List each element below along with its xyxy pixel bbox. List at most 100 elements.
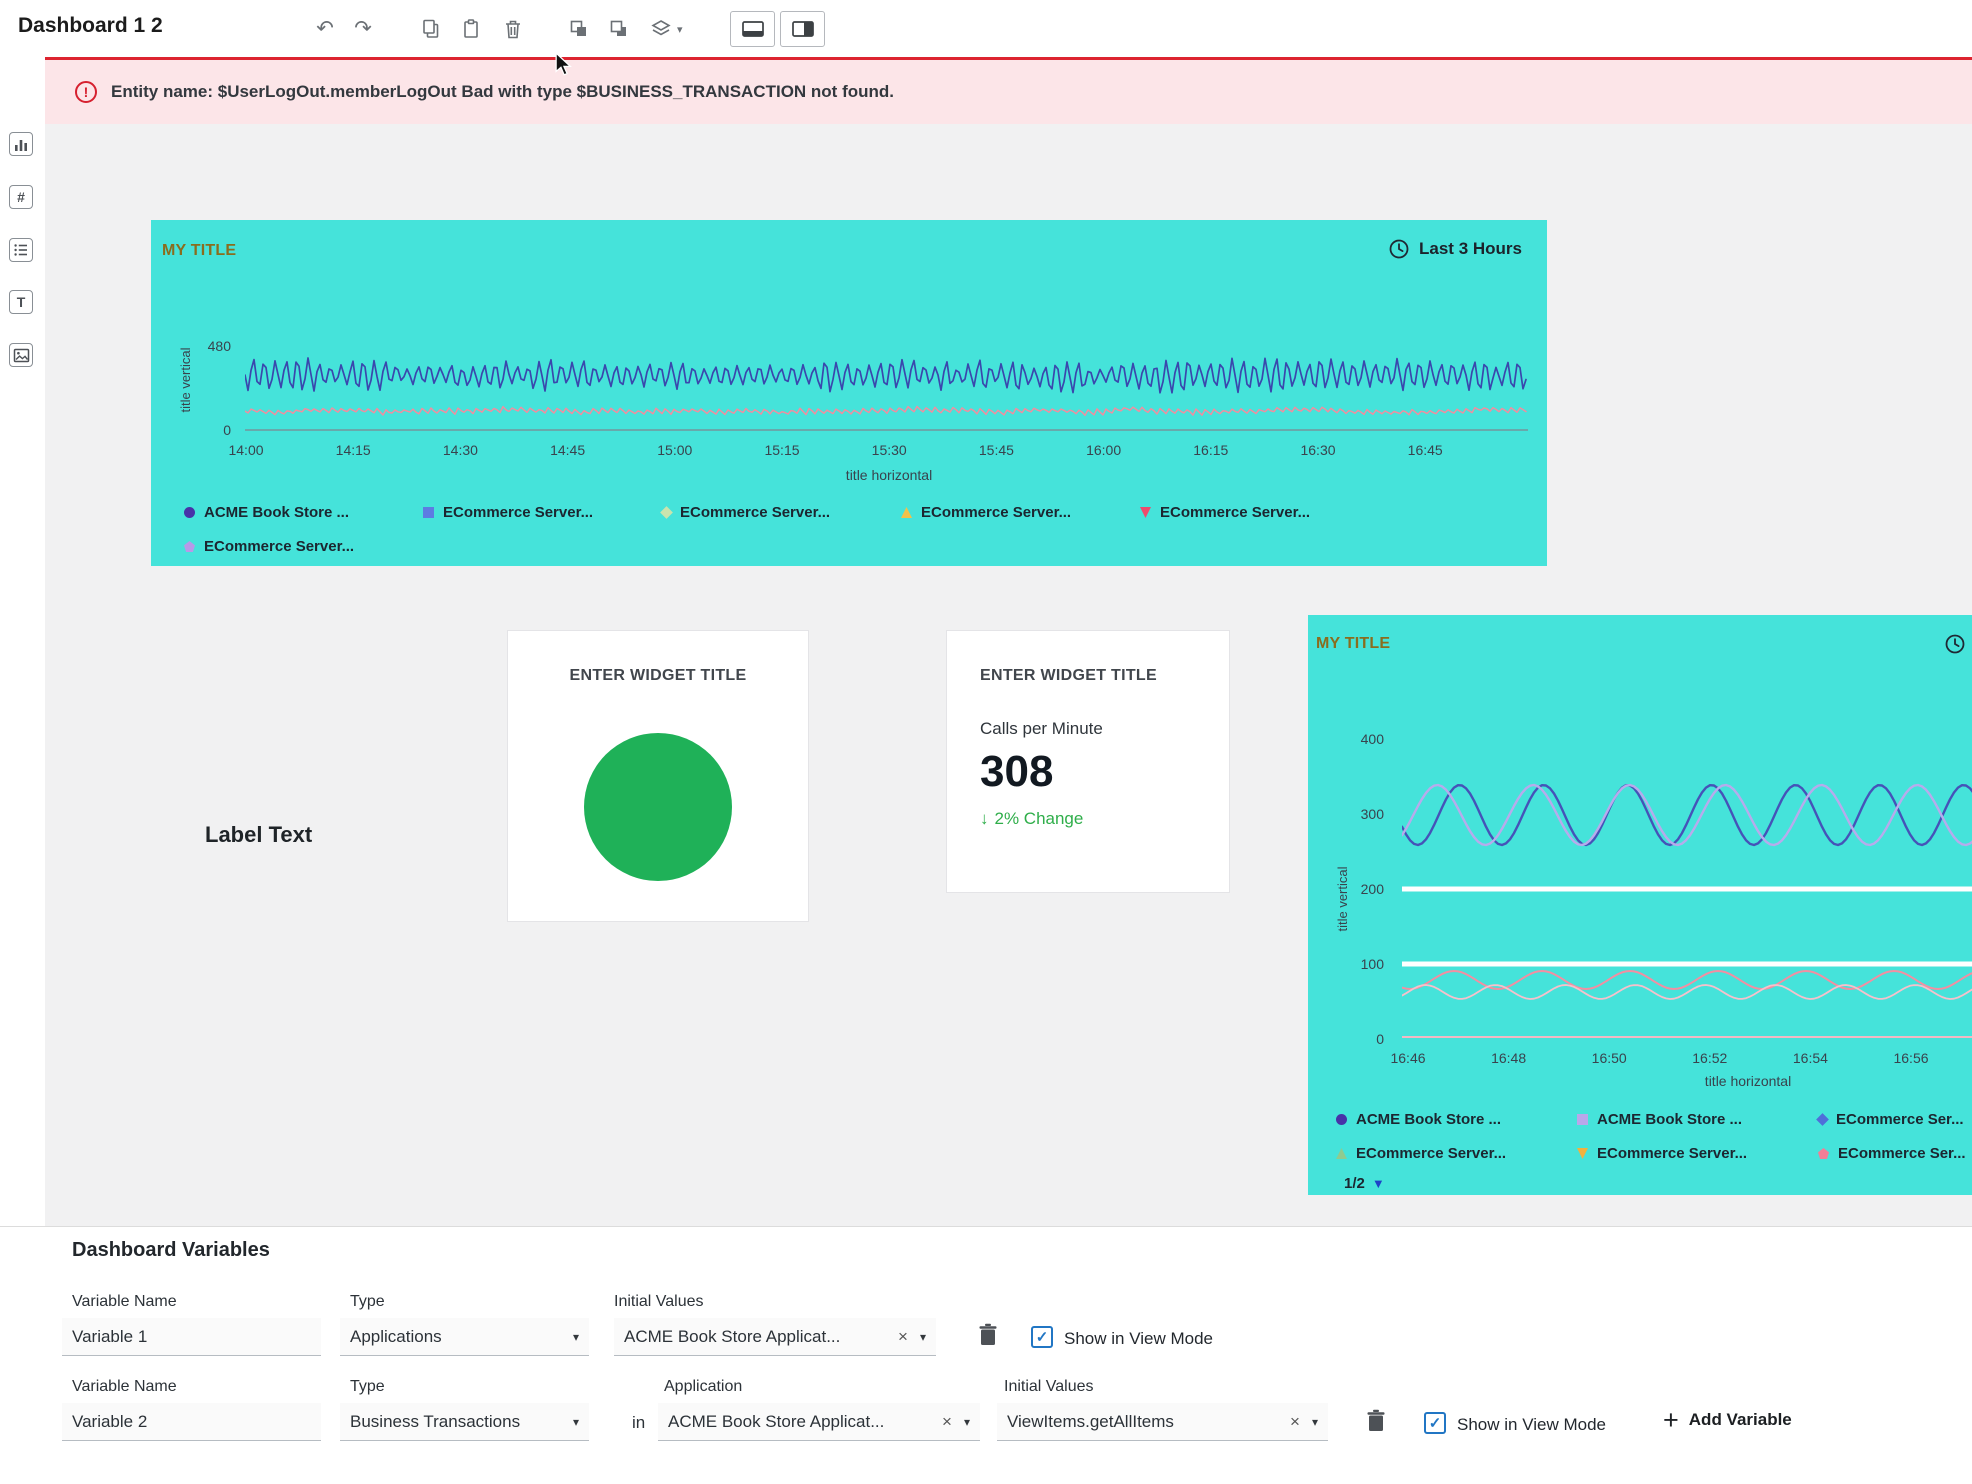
free-text-label[interactable]: Label Text	[205, 822, 312, 848]
y-axis-title: title vertical	[1335, 839, 1351, 959]
x-tick-label: 14:15	[336, 442, 371, 458]
error-banner: ! Entity name: $UserLogOut.memberLogOut …	[45, 57, 1972, 124]
variable-name-input[interactable]: Variable 2	[62, 1403, 321, 1441]
legend-item[interactable]: ACME Book Store ...	[184, 504, 423, 521]
time-range-label: Last 3 Hours	[1419, 239, 1522, 259]
series-line	[1402, 785, 1972, 845]
layers-dropdown-caret-icon[interactable]: ▾	[677, 23, 683, 36]
pagination-caret-icon: ▼	[1372, 1176, 1385, 1191]
copy-icon[interactable]	[418, 16, 444, 42]
send-backward-icon[interactable]	[606, 16, 632, 42]
widget-timeseries-1[interactable]: MY TITLE Last 3 Hours title vertical tit…	[151, 220, 1547, 566]
delete-icon[interactable]	[500, 16, 526, 42]
legend-item[interactable]: ACME Book Store ...	[1336, 1111, 1577, 1128]
metric-widget-icon[interactable]: #	[9, 185, 33, 209]
widget-metric[interactable]: ENTER WIDGET TITLE Calls per Minute 308 …	[946, 630, 1230, 893]
type-label: Type	[350, 1378, 385, 1396]
show-in-view-mode-checkbox[interactable]: ✓	[1031, 1326, 1053, 1348]
legend-item[interactable]: ACME Book Store ...	[1577, 1111, 1818, 1128]
paste-icon[interactable]	[458, 16, 484, 42]
x-tick-label: 15:15	[764, 442, 799, 458]
widget-timeseries-2[interactable]: MY TITLE title vertical title horizontal…	[1308, 615, 1972, 1195]
widget-title: MY TITLE	[162, 242, 236, 260]
variable-name-input[interactable]: Variable 1	[62, 1318, 321, 1356]
input-value: Variable 1	[72, 1327, 311, 1347]
widget-pie[interactable]: ENTER WIDGET TITLE	[507, 630, 809, 922]
clear-icon[interactable]: ×	[898, 1327, 908, 1347]
legend-item[interactable]: ECommerce Server...	[1336, 1145, 1577, 1162]
chevron-down-icon[interactable]: ▾	[573, 1415, 579, 1429]
y-tick-label: 0	[1336, 1031, 1384, 1047]
legend-item[interactable]: ECommerce Server...	[423, 504, 662, 521]
image-widget-icon[interactable]	[9, 343, 33, 367]
x-tick-label: 15:45	[979, 442, 1014, 458]
legend-pagination[interactable]: 1/2 ▼	[1344, 1175, 1385, 1192]
legend-label: ACME Book Store ...	[1597, 1111, 1742, 1128]
series-line	[1402, 785, 1972, 845]
legend-label: ECommerce Ser...	[1836, 1111, 1964, 1128]
y-tick-label: 480	[183, 338, 231, 354]
widget-palette: # T	[0, 57, 45, 1226]
legend-label: ACME Book Store ...	[204, 504, 349, 521]
type-label: Type	[350, 1293, 385, 1311]
legend-marker-diamond-icon	[1816, 1113, 1829, 1126]
type-select[interactable]: Business Transactions ▾	[340, 1403, 589, 1441]
x-tick-label: 16:54	[1793, 1050, 1828, 1066]
list-widget-icon[interactable]	[9, 238, 33, 262]
chevron-down-icon[interactable]: ▾	[573, 1330, 579, 1344]
show-in-view-mode-checkbox[interactable]: ✓	[1424, 1412, 1446, 1434]
toggle-bottom-panel-button[interactable]	[730, 11, 775, 47]
y-tick-label: 0	[183, 422, 231, 438]
y-tick-label: 200	[1336, 881, 1384, 897]
undo-icon[interactable]: ↶	[312, 16, 338, 42]
application-label: Application	[664, 1378, 742, 1396]
legend-marker-tri-up-icon	[1336, 1148, 1347, 1159]
time-range-control[interactable]: Last 3 Hours	[1388, 238, 1522, 260]
clear-icon[interactable]: ×	[1290, 1412, 1300, 1432]
legend-item[interactable]: ECommerce Server...	[1577, 1145, 1818, 1162]
x-tick-label: 16:00	[1086, 442, 1121, 458]
legend-label: ECommerce Server...	[1356, 1145, 1506, 1162]
dashboard-canvas[interactable]: MY TITLE Last 3 Hours title vertical tit…	[45, 124, 1972, 1226]
application-combo[interactable]: ACME Book Store Applicat... × ▾	[658, 1403, 980, 1441]
clear-icon[interactable]: ×	[942, 1412, 952, 1432]
initial-values-combo[interactable]: ViewItems.getAllItems × ▾	[997, 1403, 1328, 1441]
dashboard-variables-panel: Dashboard Variables Variable Name Type I…	[0, 1226, 1972, 1484]
widget-title: ENTER WIDGET TITLE	[980, 667, 1157, 685]
layers-icon[interactable]	[648, 16, 674, 42]
chevron-down-icon[interactable]: ▾	[964, 1415, 970, 1429]
type-select[interactable]: Applications ▾	[340, 1318, 589, 1356]
delete-variable-icon[interactable]	[978, 1323, 998, 1347]
chart-widget-icon[interactable]	[9, 132, 33, 156]
line-chart	[1402, 734, 1972, 1044]
legend-item[interactable]: ECommerce Server...	[1140, 504, 1379, 521]
legend-item[interactable]: ECommerce Ser...	[1818, 1145, 1972, 1162]
delete-variable-icon[interactable]	[1366, 1409, 1386, 1433]
x-axis-title: title horizontal	[846, 467, 932, 483]
x-tick-label: 16:56	[1893, 1050, 1928, 1066]
series-line	[1402, 985, 1972, 999]
y-tick-label: 300	[1336, 806, 1384, 822]
x-tick-label: 15:00	[657, 442, 692, 458]
add-variable-button[interactable]: + Add Variable	[1663, 1407, 1792, 1433]
chevron-down-icon[interactable]: ▾	[920, 1330, 926, 1344]
initial-values-combo[interactable]: ACME Book Store Applicat... × ▾	[614, 1318, 936, 1356]
legend-item[interactable]: ECommerce Ser...	[1818, 1111, 1972, 1128]
pie-chart	[584, 733, 732, 881]
y-tick-label: 100	[1336, 956, 1384, 972]
toggle-right-panel-button[interactable]	[780, 11, 825, 47]
legend-item[interactable]: ECommerce Server...	[184, 538, 423, 555]
x-axis-title: title horizontal	[1705, 1073, 1791, 1089]
legend-item[interactable]: ECommerce Server...	[662, 504, 901, 521]
legend-marker-tri-down-icon	[1140, 507, 1151, 518]
legend-item[interactable]: ECommerce Server...	[901, 504, 1140, 521]
redo-icon[interactable]: ↷	[350, 16, 376, 42]
dashboard-title[interactable]: Dashboard 1 2	[18, 14, 163, 38]
legend-marker-circle-icon	[1336, 1114, 1347, 1125]
x-tick-label: 16:15	[1193, 442, 1228, 458]
chevron-down-icon[interactable]: ▾	[1312, 1415, 1318, 1429]
line-chart	[245, 331, 1528, 435]
text-widget-icon[interactable]: T	[9, 290, 33, 314]
bring-forward-icon[interactable]	[566, 16, 592, 42]
x-tick-label: 16:45	[1408, 442, 1443, 458]
